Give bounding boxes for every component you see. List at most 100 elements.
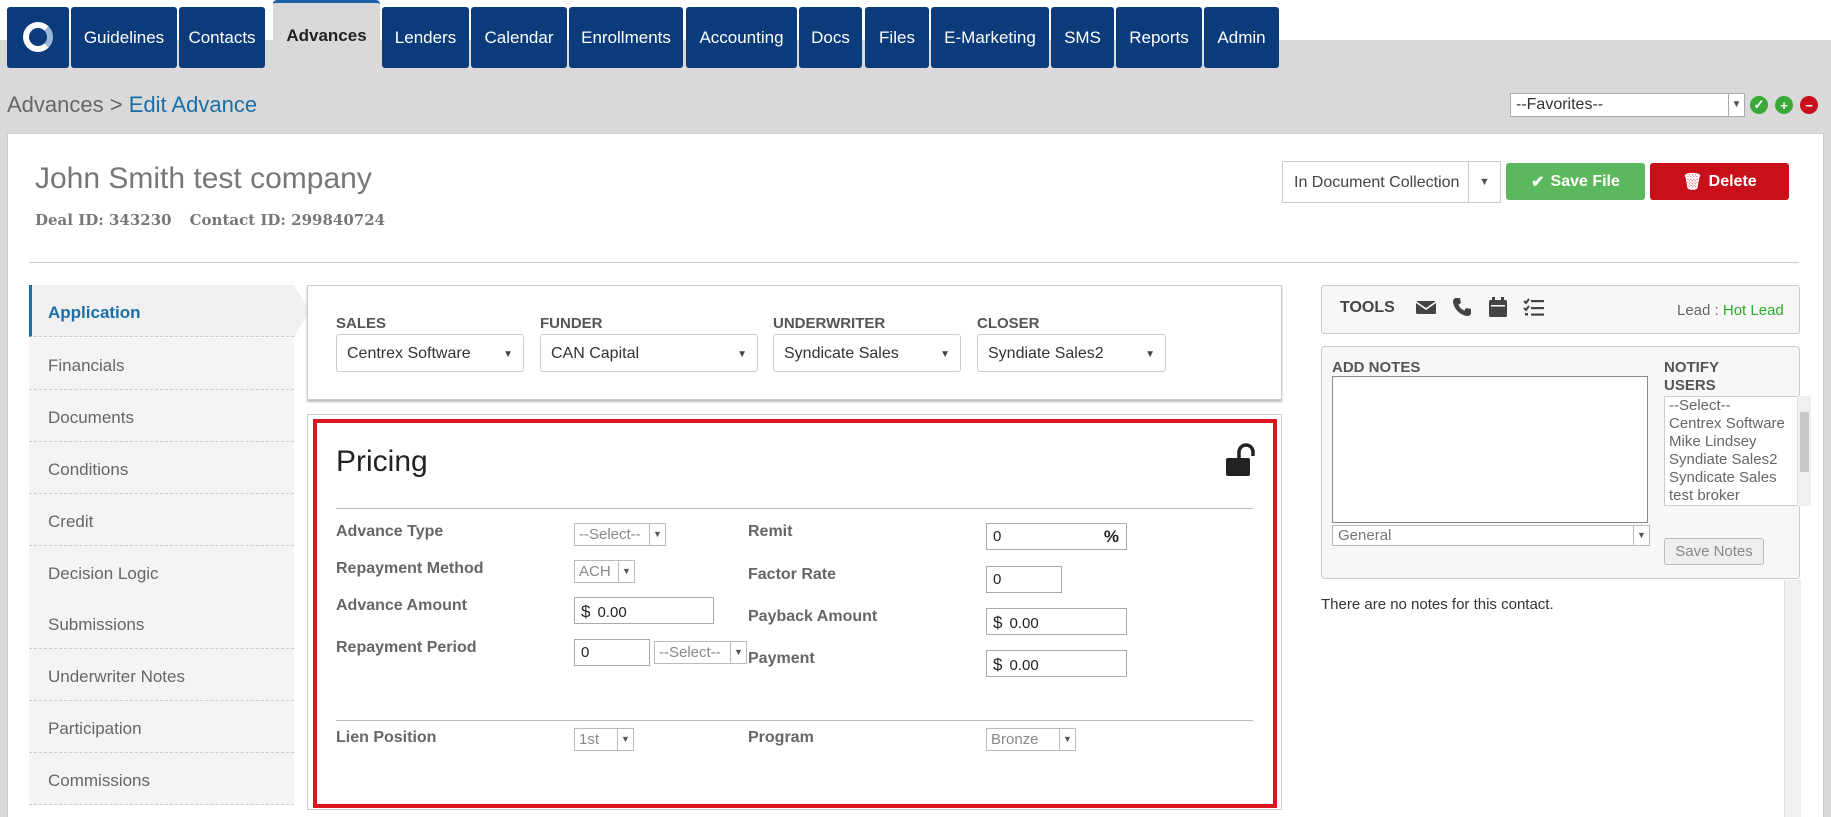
divider <box>336 508 1253 509</box>
payback-amount-input[interactable]: $0.00 <box>986 608 1127 635</box>
program-value: Bronze <box>991 731 1039 748</box>
sidebar-item-application[interactable]: Application <box>29 285 294 337</box>
phone-icon[interactable] <box>1451 296 1473 318</box>
repayment-period-unit-select[interactable]: --Select-- ▼ <box>654 641 747 664</box>
notify-users-list[interactable]: --Select-- Centrex Software Mike Lindsey… <box>1664 396 1799 506</box>
nav-tab-e-marketing[interactable]: E-Marketing <box>931 7 1049 68</box>
nav-tab-accounting[interactable]: Accounting <box>686 7 797 68</box>
sidebar-item-credit[interactable]: Credit <box>29 494 294 546</box>
list-item[interactable]: test broker <box>1669 487 1794 505</box>
chevron-down-icon: ▼ <box>618 561 634 582</box>
tools-label: TOOLS <box>1340 299 1395 316</box>
lien-position-label: Lien Position <box>336 729 437 746</box>
record-ids: Deal ID: 343230 Contact ID: 299840724 <box>35 211 385 229</box>
nav-tab-lenders[interactable]: Lenders <box>382 7 469 68</box>
list-item[interactable]: --Select-- <box>1669 397 1794 415</box>
add-notes-label: ADD NOTES <box>1332 359 1421 376</box>
lien-position-select[interactable]: 1st ▼ <box>574 728 634 751</box>
sidebar-item-submissions[interactable]: Submissions <box>29 597 294 649</box>
status-select[interactable]: In Document Collection ▼ <box>1282 161 1501 203</box>
sidebar-item-conditions[interactable]: Conditions <box>29 442 294 494</box>
favorites-select[interactable]: --Favorites-- ▼ <box>1510 93 1745 117</box>
nav-tab-enrollments[interactable]: Enrollments <box>569 7 683 68</box>
caret-down-icon: ▼ <box>940 349 950 360</box>
repayment-method-select[interactable]: ACH ▼ <box>574 560 635 583</box>
program-select[interactable]: Bronze ▼ <box>986 728 1076 751</box>
contact-id: Contact ID: 299840724 <box>189 211 386 229</box>
repayment-period-input[interactable]: 0 <box>574 639 650 666</box>
remit-label: Remit <box>748 523 793 540</box>
percent-symbol: % <box>1103 527 1119 546</box>
breadcrumb: Advances > Edit Advance <box>7 92 257 118</box>
funder-select[interactable]: CAN Capital ▼ <box>540 334 758 372</box>
add-circle-icon[interactable]: + <box>1775 96 1793 114</box>
sidebar-item-commissions[interactable]: Commissions <box>29 753 294 805</box>
repayment-period-value: 0 <box>581 644 590 661</box>
lead-label: Lead : <box>1677 302 1723 319</box>
nav-tab-reports[interactable]: Reports <box>1116 7 1202 68</box>
advance-type-select[interactable]: --Select-- ▼ <box>574 523 666 546</box>
list-item[interactable]: Syndiate Sales2 <box>1669 451 1794 469</box>
notes-textarea[interactable] <box>1332 376 1648 523</box>
payment-input[interactable]: $0.00 <box>986 650 1127 677</box>
note-type-select[interactable]: General ▼ <box>1332 525 1650 546</box>
sidebar-item-decision-logic[interactable]: Decision Logic <box>29 546 294 598</box>
sidebar-item-underwriter-notes[interactable]: Underwriter Notes <box>29 649 294 701</box>
closer-select[interactable]: Syndiate Sales2 ▼ <box>977 334 1166 372</box>
list-item[interactable]: Syndicate Sales <box>1669 469 1794 487</box>
notes-scrollbar[interactable] <box>1784 580 1801 817</box>
closer-value: Syndiate Sales2 <box>988 345 1104 362</box>
divider <box>29 262 1799 263</box>
sidebar-item-financials[interactable]: Financials <box>29 338 294 390</box>
sidebar-item-documents[interactable]: Documents <box>29 390 294 442</box>
underwriter-value: Syndicate Sales <box>784 345 899 362</box>
lead-status: Lead : Hot Lead <box>1677 302 1784 319</box>
underwriter-select[interactable]: Syndicate Sales ▼ <box>773 334 961 372</box>
payback-amount-label: Payback Amount <box>748 608 878 625</box>
checklist-icon[interactable] <box>1523 296 1545 318</box>
chevron-down-icon: ▼ <box>617 729 633 750</box>
delete-button[interactable]: 🗑 Delete <box>1650 163 1789 200</box>
divider <box>336 720 1253 721</box>
app-logo[interactable] <box>7 7 69 68</box>
factor-rate-label: Factor Rate <box>748 566 837 583</box>
company-name: John Smith test company <box>35 162 372 195</box>
unlock-icon[interactable] <box>1224 443 1256 477</box>
nav-tab-admin[interactable]: Admin <box>1204 7 1279 68</box>
advance-type-label: Advance Type <box>336 523 444 540</box>
nav-tab-guidelines[interactable]: Guidelines <box>71 7 177 68</box>
save-notes-button[interactable]: Save Notes <box>1664 538 1764 565</box>
nav-tab-calendar[interactable]: Calendar <box>471 7 567 68</box>
payback-amount-value: 0.00 <box>1009 615 1039 632</box>
breadcrumb-parent[interactable]: Advances <box>7 92 104 117</box>
pricing-title: Pricing <box>336 445 428 478</box>
users-scrollbar[interactable] <box>1797 396 1811 506</box>
trash-icon: 🗑 <box>1682 173 1703 191</box>
caret-down-icon: ▼ <box>737 349 747 360</box>
advance-amount-value: 0.00 <box>597 604 627 621</box>
nav-tab-files[interactable]: Files <box>865 7 929 68</box>
currency-symbol: $ <box>993 613 1003 632</box>
status-value: In Document Collection <box>1294 174 1460 191</box>
repayment-method-value: ACH <box>579 563 611 580</box>
breadcrumb-separator: > <box>103 92 129 117</box>
check-circle-icon[interactable]: ✓ <box>1750 96 1768 114</box>
sales-select[interactable]: Centrex Software ▼ <box>336 334 524 372</box>
save-file-button[interactable]: ✔ Save File <box>1506 163 1645 200</box>
calendar-icon[interactable] <box>1487 296 1509 318</box>
factor-rate-value: 0 <box>993 571 1002 588</box>
remit-input[interactable]: 0% <box>986 523 1127 550</box>
nav-tab-contacts[interactable]: Contacts <box>179 7 265 68</box>
list-item[interactable]: Mike Lindsey <box>1669 433 1794 451</box>
nav-tab-docs[interactable]: Docs <box>799 7 862 68</box>
lien-position-value: 1st <box>579 731 600 748</box>
email-icon[interactable] <box>1415 296 1437 318</box>
advance-amount-input[interactable]: $0.00 <box>574 597 714 624</box>
list-item[interactable]: Centrex Software <box>1669 415 1794 433</box>
remove-circle-icon[interactable]: − <box>1800 96 1818 114</box>
scrollbar-thumb[interactable] <box>1800 412 1809 472</box>
nav-tab-advances[interactable]: Advances <box>273 0 380 68</box>
nav-tab-sms[interactable]: SMS <box>1051 7 1114 68</box>
factor-rate-input[interactable]: 0 <box>986 566 1062 593</box>
sidebar-item-participation[interactable]: Participation <box>29 701 294 753</box>
